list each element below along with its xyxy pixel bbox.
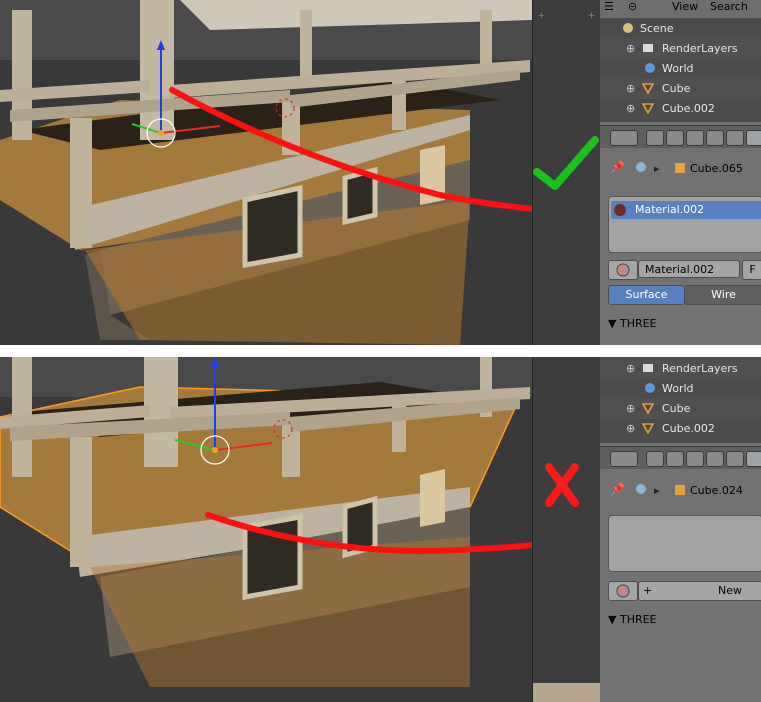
- menu-search[interactable]: Search: [710, 0, 748, 13]
- render-layers-tab-icon[interactable]: [666, 451, 684, 467]
- object-name: Cube.065: [690, 162, 743, 175]
- mesh-object-icon: [642, 422, 654, 434]
- three-panel-header[interactable]: ▼ THREE: [608, 613, 758, 629]
- world-tab-icon[interactable]: [686, 130, 704, 146]
- scene-icon: [622, 22, 634, 34]
- render-layers-icon: [642, 42, 654, 54]
- checkmark-icon: [533, 136, 599, 190]
- 3d-viewport[interactable]: [0, 0, 532, 345]
- outliner-item-label: Cube: [662, 402, 691, 415]
- editor-type-icon[interactable]: [610, 451, 638, 467]
- material-tab-icon[interactable]: [746, 130, 761, 146]
- surface-button[interactable]: Surface: [608, 285, 685, 305]
- expand-icon[interactable]: ⊕: [626, 82, 635, 95]
- collapse-icon[interactable]: ⊝: [628, 0, 637, 13]
- properties-tabs: [600, 446, 761, 469]
- material-name-field[interactable]: Material.002: [638, 260, 740, 278]
- render-layers-tab-icon[interactable]: [666, 130, 684, 146]
- outliner-row-cube-002[interactable]: ⊕ Cube.002: [600, 419, 761, 439]
- object-tab-icon[interactable]: [706, 451, 724, 467]
- top-screenshot-panel: + + ☰ ⊝ View Search Scene ⊕ RenderLayers: [0, 0, 761, 345]
- section-label: THREE: [619, 613, 657, 626]
- outliner-item-label: Cube: [662, 82, 691, 95]
- pin-icon[interactable]: 📌: [610, 160, 625, 174]
- fake-user-button[interactable]: F: [742, 260, 761, 280]
- disclosure-triangle-icon: ▼: [608, 613, 617, 626]
- cross-mark-icon: [545, 463, 579, 507]
- material-slot-selected[interactable]: Material.002: [611, 201, 761, 219]
- outliner-item-label: RenderLayers: [662, 42, 738, 55]
- object-name: Cube.024: [690, 484, 743, 497]
- constraints-tab-icon[interactable]: [726, 451, 744, 467]
- wire-button[interactable]: Wire: [684, 285, 761, 305]
- expand-icon[interactable]: ⊕: [626, 42, 635, 55]
- three-panel-header[interactable]: ▼ THREE: [608, 317, 758, 333]
- outliner-row-cube[interactable]: ⊕ Cube: [600, 399, 761, 419]
- object-tab-icon[interactable]: [706, 130, 724, 146]
- mesh-object-icon: [642, 402, 654, 414]
- render-layers-icon: [642, 362, 654, 374]
- outliner-item-label: World: [662, 62, 694, 75]
- bottom-screenshot-panel: ⊕ RenderLayers World ⊕ Cube ⊕ Cube.002 📌…: [0, 357, 761, 702]
- panel-divider: [0, 345, 761, 357]
- outliner-row-world[interactable]: World: [600, 59, 761, 79]
- material-sphere-icon: [613, 203, 627, 220]
- world-tab-icon[interactable]: [686, 451, 704, 467]
- mesh-object-icon: [642, 102, 654, 114]
- pin-icon[interactable]: 📌: [610, 482, 625, 496]
- outliner-row-cube-002[interactable]: ⊕ Cube.002: [600, 99, 761, 119]
- new-material-button[interactable]: + New: [638, 581, 761, 601]
- mesh-object-icon: [642, 82, 654, 94]
- outliner-panel: ☰ ⊝ View Search Scene ⊕ RenderLayers Wor…: [600, 0, 761, 122]
- 3d-viewport[interactable]: [0, 357, 532, 702]
- breadcrumb-arrow-icon: ▸: [654, 484, 660, 497]
- disclosure-triangle-icon: ▼: [608, 317, 617, 330]
- properties-sidebar: ☰ ⊝ View Search Scene ⊕ RenderLayers Wor…: [600, 0, 761, 345]
- outliner-header: ☰ ⊝ View Search: [600, 0, 761, 18]
- material-browse-button[interactable]: [608, 581, 638, 601]
- outliner-item-label: Scene: [640, 22, 674, 35]
- object-data-icon: [634, 160, 648, 177]
- section-label: THREE: [619, 317, 657, 330]
- expand-icon[interactable]: ⊕: [626, 422, 635, 435]
- outliner-row-scene[interactable]: Scene: [600, 19, 761, 39]
- material-slot-label: Material.002: [635, 203, 705, 216]
- object-data-icon: [634, 482, 648, 499]
- world-icon: [644, 382, 656, 394]
- cube-object-icon: [674, 484, 686, 499]
- outliner-item-label: World: [662, 382, 694, 395]
- divider-strip: [532, 357, 602, 702]
- outliner-panel: ⊕ RenderLayers World ⊕ Cube ⊕ Cube.002: [600, 357, 761, 443]
- editor-type-icon[interactable]: ☰: [604, 0, 614, 13]
- properties-tabs: [600, 125, 761, 148]
- world-icon: [644, 62, 656, 74]
- material-slot-list[interactable]: Material.002: [608, 196, 761, 253]
- material-slot-list-empty[interactable]: [608, 515, 761, 572]
- outliner-row-cube[interactable]: ⊕ Cube: [600, 79, 761, 99]
- render-tab-icon[interactable]: [646, 451, 664, 467]
- menu-view[interactable]: View: [672, 0, 698, 13]
- cube-object-icon: [674, 162, 686, 177]
- editor-type-icon[interactable]: [610, 130, 638, 146]
- expand-icon[interactable]: ⊕: [626, 362, 635, 375]
- outliner-row-renderlayers[interactable]: ⊕ RenderLayers: [600, 39, 761, 59]
- divider-strip: + +: [532, 0, 602, 345]
- constraints-tab-icon[interactable]: [726, 130, 744, 146]
- outliner-row-world[interactable]: World: [600, 379, 761, 399]
- material-browse-button[interactable]: [608, 260, 638, 280]
- outliner-item-label: Cube.002: [662, 102, 715, 115]
- outliner-item-label: Cube.002: [662, 422, 715, 435]
- expand-icon[interactable]: ⊕: [626, 102, 635, 115]
- outliner-row-renderlayers[interactable]: ⊕ RenderLayers: [600, 359, 761, 379]
- outliner-item-label: RenderLayers: [662, 362, 738, 375]
- render-tab-icon[interactable]: [646, 130, 664, 146]
- plus-icon: +: [643, 584, 653, 597]
- properties-sidebar: ⊕ RenderLayers World ⊕ Cube ⊕ Cube.002 📌…: [600, 357, 761, 702]
- material-tab-icon[interactable]: [746, 451, 761, 467]
- breadcrumb-arrow-icon: ▸: [654, 162, 660, 175]
- expand-icon[interactable]: ⊕: [626, 402, 635, 415]
